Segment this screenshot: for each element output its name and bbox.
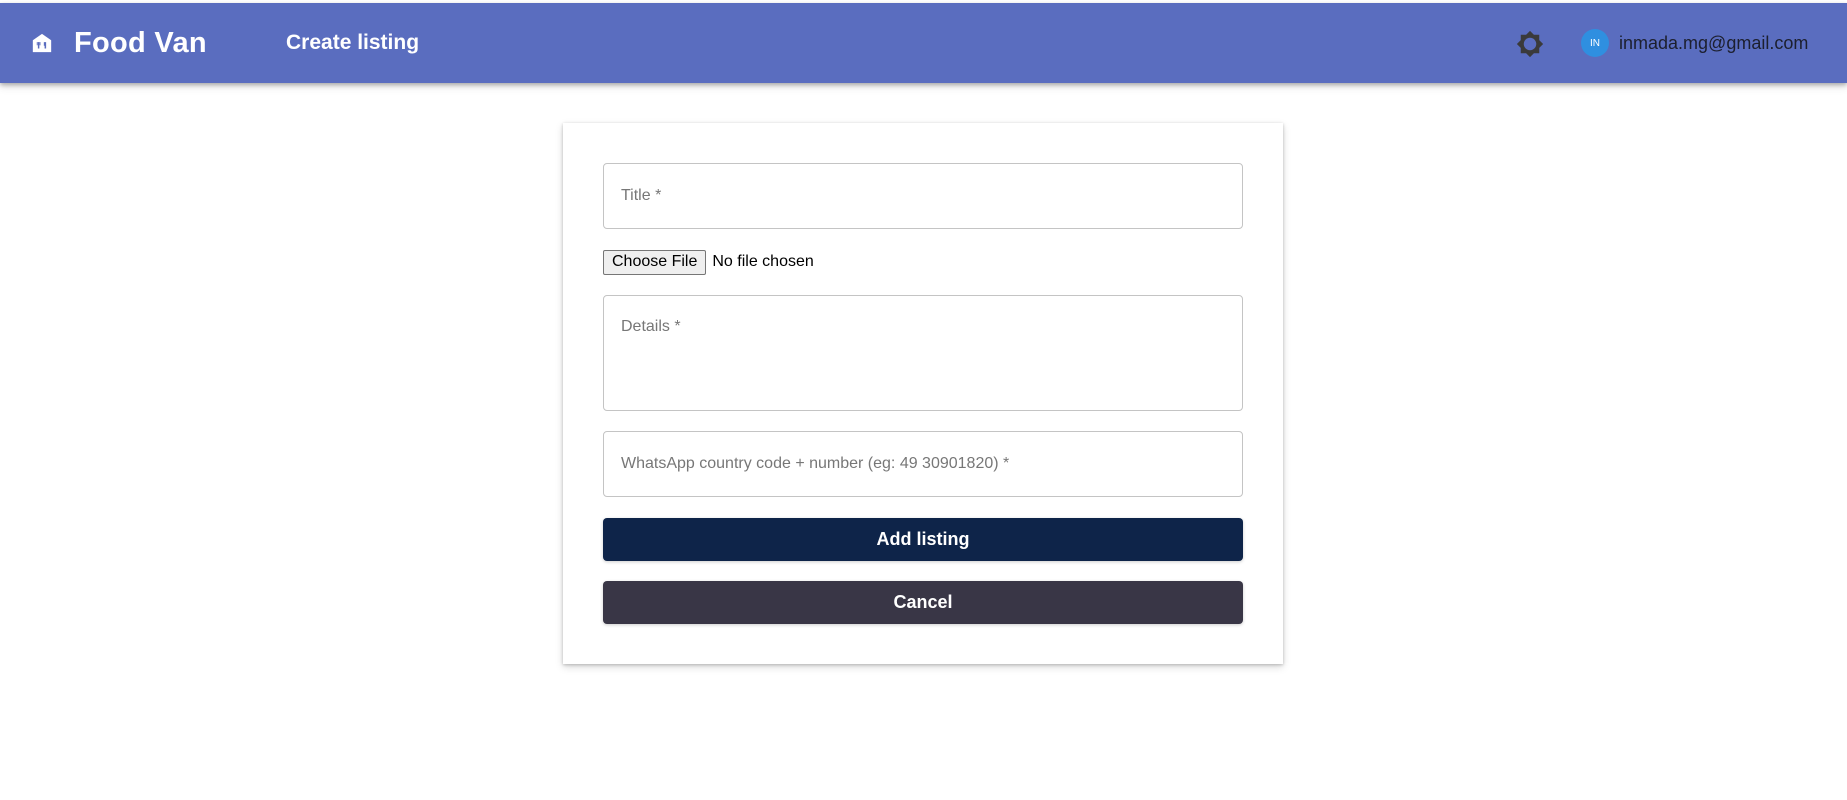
create-listing-card: Choose File No file chosen Add listing C… (563, 123, 1283, 664)
file-status: No file chosen (712, 253, 814, 270)
details-field (603, 295, 1243, 411)
file-upload: Choose File No file chosen (603, 249, 814, 275)
app-bar: Food Van Create listing IN inmada.mg@gma… (0, 3, 1847, 83)
choose-file-button[interactable]: Choose File (603, 249, 707, 275)
whatsapp-field (603, 431, 1243, 497)
brightness-icon (1515, 29, 1545, 64)
whatsapp-input[interactable] (604, 432, 1242, 496)
title-field (603, 163, 1243, 229)
cancel-button[interactable]: Cancel (603, 581, 1243, 624)
brand-name: Food Van (74, 26, 207, 59)
avatar: IN (1581, 29, 1609, 57)
details-input[interactable] (604, 296, 1242, 410)
theme-toggle-button[interactable] (1513, 29, 1547, 63)
add-listing-button[interactable]: Add listing (603, 518, 1243, 561)
nav-create-listing[interactable]: Create listing (286, 3, 419, 83)
user-email: inmada.mg@gmail.com (1619, 32, 1809, 53)
storefront-icon (28, 29, 56, 57)
brand-link[interactable]: Food Van (28, 3, 207, 83)
user-menu[interactable]: IN inmada.mg@gmail.com (1581, 3, 1808, 83)
title-input[interactable] (604, 164, 1242, 228)
